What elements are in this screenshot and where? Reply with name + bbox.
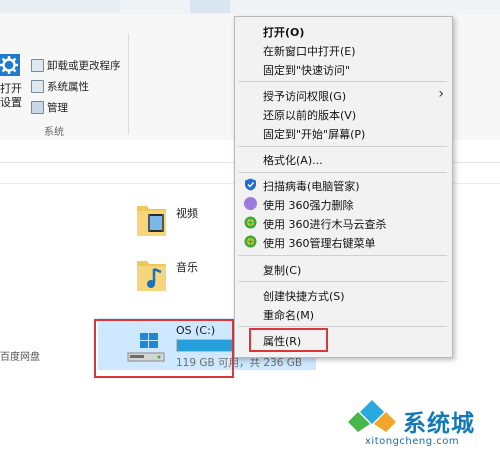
open-settings-label-line2: 设置 <box>0 96 22 109</box>
gear-icon <box>0 54 20 76</box>
system-properties-icon <box>31 80 44 93</box>
menu-item-open[interactable]: 打开(O) <box>263 24 304 40</box>
menu-separator <box>238 81 447 82</box>
pc-manager-shield-icon <box>245 178 256 191</box>
drive-c-highlight-box <box>94 319 234 378</box>
menu-item-open-new-window[interactable]: 在新窗口中打开(E) <box>263 43 356 59</box>
menu-separator <box>238 281 447 282</box>
uninstall-icon <box>31 59 44 72</box>
folder-music[interactable] <box>136 255 168 296</box>
menu-item-360-menu-manager[interactable]: 使用 360管理右键菜单 <box>263 235 376 251</box>
music-folder-icon <box>137 261 166 291</box>
360-trojan-scan-icon <box>244 216 257 229</box>
menu-separator <box>238 255 447 256</box>
manage-icon <box>31 101 44 114</box>
context-menu: 打开(O) 在新窗口中打开(E) 固定到"快速访问" 授予访问权限(G) › 还… <box>234 16 453 358</box>
menu-item-pin-quick-access[interactable]: 固定到"快速访问" <box>263 62 350 78</box>
top-strip-segment <box>190 0 230 13</box>
system-properties-label: 系统属性 <box>47 81 89 93</box>
submenu-arrow-icon: › <box>438 86 444 102</box>
menu-item-scan-virus[interactable]: 扫描病毒(电脑管家) <box>263 178 360 194</box>
video-folder-icon <box>137 206 166 236</box>
uninstall-program-item[interactable]: 卸载或更改程序 <box>31 58 121 73</box>
menu-item-create-shortcut[interactable]: 创建快捷方式(S) <box>263 288 345 304</box>
system-properties-item[interactable]: 系统属性 <box>31 79 89 94</box>
menu-item-360-force-delete[interactable]: 使用 360强力删除 <box>263 197 354 213</box>
360-force-delete-icon <box>244 197 257 210</box>
uninstall-program-label: 卸载或更改程序 <box>47 60 121 72</box>
ribbon-group-label: 系统 <box>44 127 64 138</box>
menu-item-restore-versions[interactable]: 还原以前的版本(V) <box>263 107 356 123</box>
watermark-logo-icon <box>348 400 396 432</box>
watermark-text: 系统城 <box>403 411 475 437</box>
menu-item-360-trojan-scan[interactable]: 使用 360进行木马云查杀 <box>263 216 387 232</box>
baidu-netdisk-label[interactable]: 百度网盘 <box>0 348 40 363</box>
menu-separator <box>238 172 447 173</box>
manage-item[interactable]: 管理 <box>31 100 68 115</box>
menu-separator <box>238 146 447 147</box>
ribbon-divider <box>128 34 129 134</box>
menu-item-give-access[interactable]: 授予访问权限(G) › <box>235 86 452 104</box>
folder-videos[interactable] <box>136 200 168 241</box>
manage-label: 管理 <box>47 102 68 114</box>
menu-item-give-access-label: 授予访问权限(G) <box>263 90 347 103</box>
folder-music-label: 音乐 <box>176 261 198 274</box>
top-strip-segment <box>0 0 120 13</box>
properties-highlight-box <box>249 328 328 352</box>
menu-item-pin-start[interactable]: 固定到"开始"屏幕(P) <box>263 126 365 142</box>
menu-item-copy[interactable]: 复制(C) <box>263 262 301 278</box>
360-menu-manager-icon <box>244 235 257 248</box>
open-settings-button[interactable]: 打开 设置 <box>0 54 24 109</box>
folder-videos-label: 视频 <box>176 207 198 220</box>
menu-item-rename[interactable]: 重命名(M) <box>263 307 314 323</box>
window-top-strip <box>0 0 500 15</box>
menu-separator <box>238 326 447 327</box>
menu-item-format[interactable]: 格式化(A)... <box>263 152 323 168</box>
watermark-url: xitongcheng.com <box>365 436 460 447</box>
